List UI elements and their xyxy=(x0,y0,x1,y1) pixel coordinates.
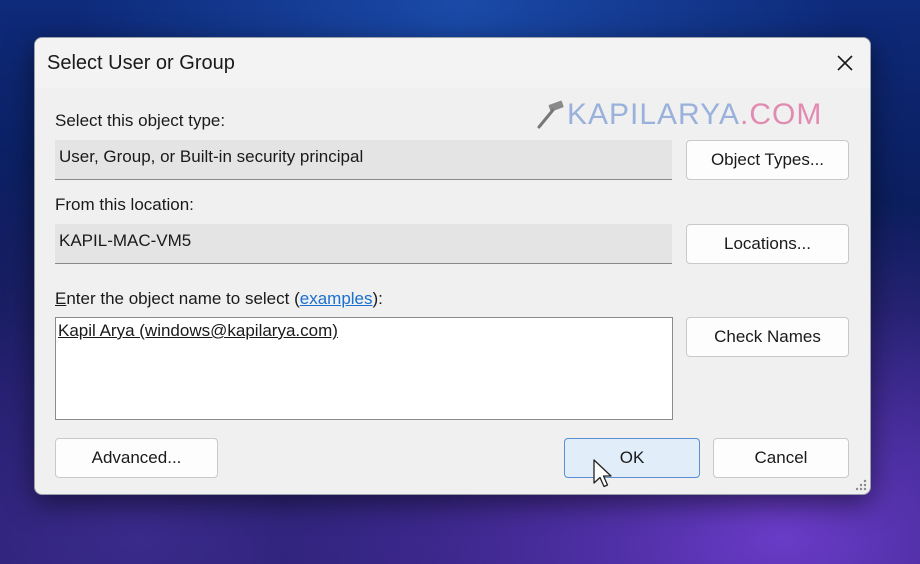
hammer-icon xyxy=(537,100,564,129)
select-user-or-group-dialog: Select User or Group KAPILARYA.COM Selec… xyxy=(34,37,871,495)
object-types-button[interactable]: Object Types... xyxy=(686,140,849,180)
title-bar: Select User or Group xyxy=(35,38,870,88)
watermark-text: KAPILARYA.COM xyxy=(567,98,822,132)
object-name-label-accelerator: E xyxy=(55,289,67,308)
object-name-label-suffix: ): xyxy=(372,289,383,308)
resize-grip-icon[interactable] xyxy=(854,478,868,492)
close-button[interactable] xyxy=(830,48,860,78)
location-field: KAPIL-MAC-VM5 xyxy=(55,224,672,264)
object-type-field: User, Group, or Built-in security princi… xyxy=(55,140,672,180)
object-name-label: Enter the object name to select (example… xyxy=(55,289,383,309)
location-label: From this location: xyxy=(55,195,194,214)
kapilarya-watermark: KAPILARYA.COM xyxy=(535,98,822,132)
object-name-label-prefix: nter the object name to select ( xyxy=(66,289,300,308)
watermark-text-tail: .COM xyxy=(739,98,823,131)
locations-button[interactable]: Locations... xyxy=(686,224,849,264)
ok-button[interactable]: OK xyxy=(564,438,700,478)
advanced-button[interactable]: Advanced... xyxy=(55,438,218,478)
mouse-pointer-icon xyxy=(593,459,612,488)
examples-link[interactable]: examples xyxy=(300,289,373,308)
close-icon xyxy=(837,55,853,71)
resolved-name-entry[interactable]: Kapil Arya (windows@kapilarya.com) xyxy=(58,321,338,340)
object-name-input[interactable]: Kapil Arya (windows@kapilarya.com) xyxy=(55,317,673,420)
check-names-button[interactable]: Check Names xyxy=(686,317,849,357)
dialog-title: Select User or Group xyxy=(47,52,235,74)
cancel-button[interactable]: Cancel xyxy=(713,438,849,478)
object-type-label: Select this object type: xyxy=(55,111,226,130)
watermark-text-main: KAPILARYA xyxy=(567,98,740,131)
